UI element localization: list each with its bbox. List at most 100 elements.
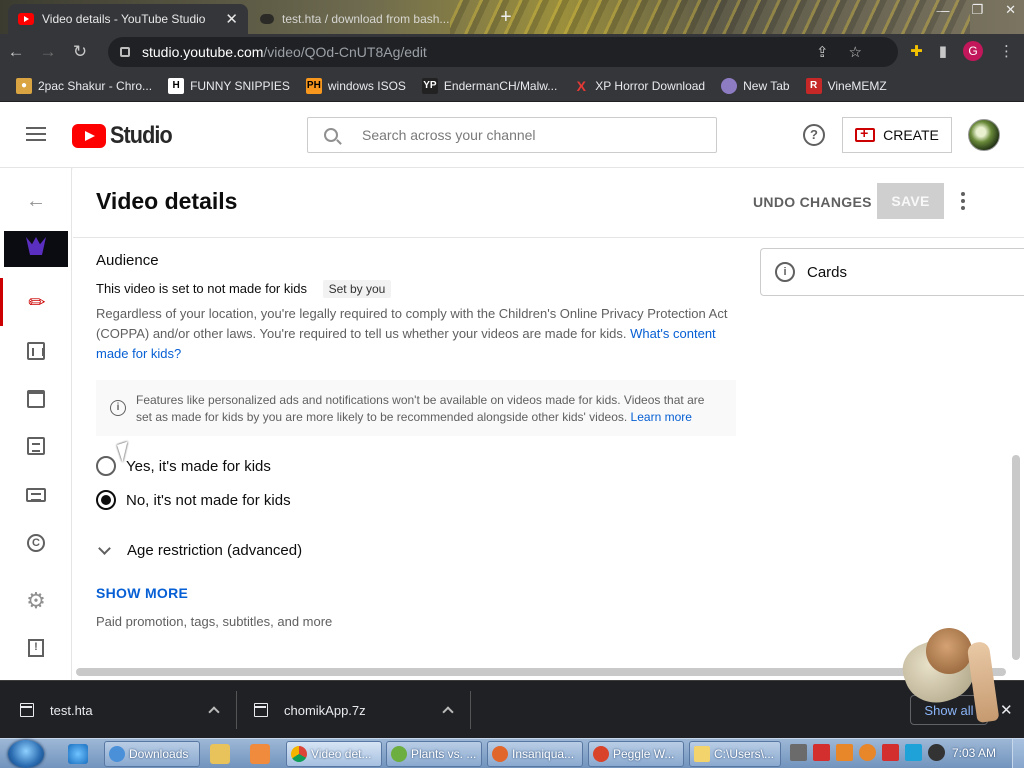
search-input[interactable] — [362, 127, 682, 143]
taskbar-label: C:\Users\... — [714, 747, 775, 761]
taskbar-peggle[interactable]: Peggle W... — [588, 741, 684, 767]
bookmark-star-icon[interactable]: ☆ — [849, 43, 862, 61]
radio-label: No, it's not made for kids — [126, 491, 291, 509]
app-icon[interactable] — [250, 744, 270, 764]
archive-file-icon — [254, 703, 268, 717]
create-button[interactable]: CREATE — [842, 117, 952, 153]
bookmark-xp-horror[interactable]: X XP Horror Download — [573, 78, 706, 94]
network-icon[interactable] — [905, 744, 922, 761]
nav-details[interactable]: ✎ — [0, 278, 72, 326]
game-icon — [391, 746, 407, 762]
nav-subtitles[interactable] — [0, 471, 72, 519]
bookmark-label: VineMEMZ — [827, 78, 887, 93]
tray-app-icon[interactable] — [790, 744, 807, 761]
bookmark-endermanch[interactable]: YP EndermanCH/Malw... — [421, 77, 558, 94]
save-button[interactable]: SAVE — [877, 183, 944, 219]
chevron-up-icon[interactable] — [442, 706, 454, 718]
fish-icon — [492, 746, 508, 762]
taskbar-label: Plants vs. ... — [411, 747, 477, 761]
download-item[interactable]: chomikApp.7z — [254, 681, 464, 739]
info-icon: i — [775, 262, 795, 282]
film-icon — [27, 390, 45, 408]
flag-icon[interactable] — [882, 744, 899, 761]
chrome-menu-icon[interactable]: ⋮ — [999, 42, 1014, 60]
url-input[interactable]: studio.youtube.com/video/QOd-CnUT8Ag/edi… — [108, 37, 898, 67]
taskbar-clock[interactable]: 7:03 AM — [952, 746, 996, 760]
minimize-icon[interactable]: — — [936, 3, 949, 18]
nav-settings[interactable]: ⚙ — [0, 577, 72, 625]
radio-button-selected[interactable] — [96, 490, 116, 510]
cloud-favicon-icon — [260, 14, 274, 24]
show-desktop-button[interactable] — [1012, 739, 1024, 768]
audience-status-text: This video is set to not made for kids — [96, 281, 307, 296]
bookmark-windows-isos[interactable]: PH windows ISOS — [305, 77, 406, 94]
taskbar-downloads[interactable]: Downloads — [104, 741, 200, 767]
media-player-icon[interactable] — [210, 744, 230, 764]
bookmark-label: EndermanCH/Malw... — [443, 78, 558, 93]
folder-icon — [109, 746, 125, 762]
chevron-up-icon[interactable] — [208, 706, 220, 718]
tray-app-icon[interactable] — [836, 744, 853, 761]
downloads-bar: test.hta chomikApp.7z Show all ✕ — [0, 680, 1024, 738]
nav-editor[interactable] — [0, 375, 72, 423]
back-icon[interactable]: ← — [0, 42, 32, 62]
radio-not-made-for-kids[interactable]: No, it's not made for kids — [96, 490, 291, 510]
nav-analytics[interactable] — [0, 327, 72, 375]
channel-search[interactable] — [307, 117, 717, 153]
antivirus-icon[interactable] — [813, 744, 830, 761]
horizontal-scrollbar[interactable] — [76, 668, 1006, 676]
side-panel-icon[interactable]: ▮ — [939, 42, 947, 60]
vertical-scrollbar[interactable] — [1012, 455, 1020, 660]
profile-avatar[interactable]: G — [963, 41, 983, 61]
share-icon[interactable]: ⇪ — [816, 43, 829, 61]
taskbar-explorer[interactable]: C:\Users\... — [689, 741, 781, 767]
analytics-icon — [27, 342, 45, 360]
volume-icon[interactable] — [928, 744, 945, 761]
download-item[interactable]: test.hta — [20, 681, 230, 739]
close-tab-icon[interactable]: ✕ — [225, 10, 238, 28]
tab-test-hta[interactable]: test.hta / download from bash... — [250, 4, 480, 34]
nav-feedback[interactable]: ! — [0, 624, 72, 672]
bookmark-vinememz[interactable]: R VineMEMZ — [805, 77, 887, 94]
bookmark-2pac[interactable]: ● 2pac Shakur - Chro... — [16, 77, 152, 94]
back-arrow-icon[interactable]: ← — [26, 190, 46, 213]
learn-more-link[interactable]: Learn more — [631, 410, 692, 424]
undo-changes-button[interactable]: UNDO CHANGES — [753, 194, 872, 210]
close-window-icon[interactable]: ✕ — [1005, 2, 1016, 18]
bookmark-new-tab[interactable]: New Tab — [721, 77, 790, 94]
internet-explorer-icon[interactable] — [68, 744, 88, 764]
age-restriction-toggle[interactable]: Age restriction (advanced) — [98, 541, 302, 559]
channel-avatar[interactable] — [968, 119, 1000, 151]
more-options-icon[interactable] — [961, 192, 965, 210]
search-tray-icon[interactable] — [859, 744, 876, 761]
info-icon: i — [110, 400, 126, 416]
reload-icon[interactable]: ↻ — [64, 42, 96, 62]
cards-panel[interactable]: i Cards — [760, 248, 1024, 296]
download-filename: chomikApp.7z — [284, 702, 366, 718]
taskbar-chrome[interactable]: Video det... — [286, 741, 382, 767]
new-tab-icon[interactable]: + — [500, 6, 512, 29]
forward-icon[interactable]: → — [32, 42, 64, 62]
youtube-play-icon — [72, 124, 106, 148]
extensions-puzzle-icon[interactable]: ✚ — [910, 42, 923, 60]
tab-video-details[interactable]: Video details - YouTube Studio ✕ — [8, 4, 248, 34]
start-button[interactable] — [8, 740, 44, 768]
details-topbar: Video details UNDO CHANGES SAVE — [73, 168, 1024, 238]
video-thumbnail[interactable] — [4, 231, 68, 267]
taskbar-insaniquarium[interactable]: Insaniqua... — [487, 741, 583, 767]
cards-label: Cards — [807, 263, 848, 281]
gear-icon: ⚙ — [26, 588, 46, 613]
studio-logo[interactable]: Studio — [72, 122, 179, 150]
lock-icon[interactable] — [120, 47, 130, 57]
feedback-icon: ! — [28, 639, 44, 657]
restore-icon[interactable]: ❐ — [971, 2, 983, 18]
nav-comments[interactable] — [0, 422, 72, 470]
r-icon: R — [805, 77, 822, 94]
menu-icon[interactable] — [26, 127, 46, 141]
radio-button[interactable] — [96, 456, 116, 476]
help-icon[interactable]: ? — [803, 124, 825, 146]
taskbar-plants-vs-zombies[interactable]: Plants vs. ... — [386, 741, 482, 767]
bookmark-funny-snippies[interactable]: H FUNNY SNIPPIES — [168, 77, 290, 94]
nav-copyright[interactable]: C — [0, 519, 72, 567]
show-more-button[interactable]: SHOW MORE — [96, 585, 188, 601]
